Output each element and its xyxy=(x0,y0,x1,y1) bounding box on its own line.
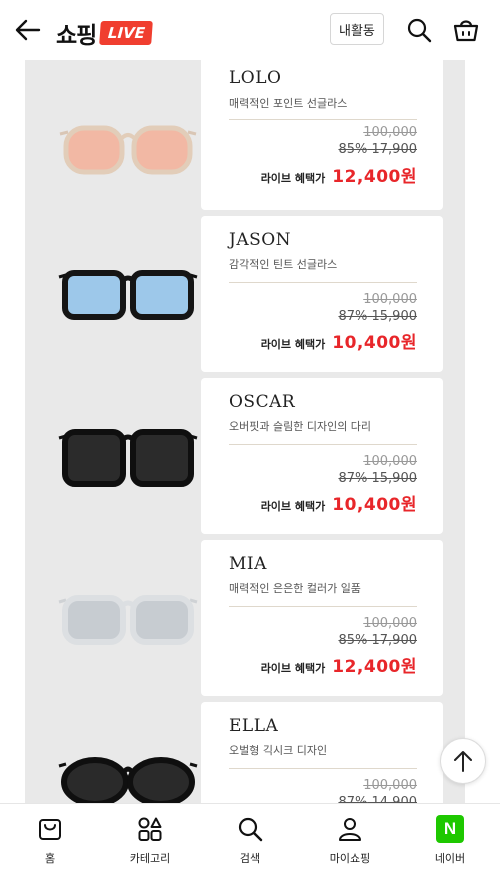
search-icon xyxy=(236,815,264,843)
shopping-basket-icon xyxy=(453,20,479,42)
scroll-to-top-button[interactable] xyxy=(440,738,486,784)
top-bar: 쇼핑 LIVE 내활동 xyxy=(0,0,500,60)
discount-rate: 87% xyxy=(338,471,368,486)
product-name: MIA xyxy=(229,554,267,574)
sale-price: 17,900 xyxy=(371,142,418,157)
live-price: 12,400원 xyxy=(332,657,417,677)
product-image-mia[interactable] xyxy=(55,575,201,665)
shopping-live-logo[interactable]: 쇼핑 LIVE xyxy=(56,16,154,50)
logo-live-badge: LIVE xyxy=(99,21,154,45)
nav-label: 마이쇼핑 xyxy=(329,852,371,865)
live-price-row: 라이브 혜택가 10,400원 xyxy=(261,490,417,515)
divider xyxy=(229,119,417,120)
nav-label: 검색 xyxy=(239,852,261,865)
product-name: JASON xyxy=(229,230,292,250)
divider xyxy=(229,768,417,769)
logo-text: 쇼핑 xyxy=(56,23,97,49)
product-image-jason[interactable] xyxy=(55,250,201,340)
product-name: OSCAR xyxy=(229,392,296,412)
original-price: 100,000 xyxy=(363,454,417,469)
sunglasses-image xyxy=(58,428,198,487)
product-description: 감각적인 틴트 선글라스 xyxy=(229,258,338,271)
nav-home[interactable]: 홈 xyxy=(0,804,100,871)
discount-price: 85% 17,900 xyxy=(338,142,417,157)
original-price: 100,000 xyxy=(363,292,417,307)
discount-rate: 87% xyxy=(338,309,368,324)
original-price: 100,000 xyxy=(363,125,417,140)
nav-category[interactable]: 카테고리 xyxy=(100,804,200,871)
live-price-label: 라이브 혜택가 xyxy=(260,500,326,513)
discount-price: 87% 14,900 xyxy=(338,795,417,803)
product-description: 매력적인 포인트 선글라스 xyxy=(229,97,348,110)
discount-price: 87% 15,900 xyxy=(338,471,417,486)
sunglasses-image xyxy=(58,595,198,645)
person-icon xyxy=(336,815,364,843)
divider xyxy=(229,606,417,607)
discount-rate: 85% xyxy=(338,633,368,648)
search-icon xyxy=(407,18,432,43)
home-bag-icon xyxy=(36,815,64,843)
nav-label: 카테고리 xyxy=(129,852,171,865)
sale-price: 15,900 xyxy=(371,471,418,486)
naver-logo: N xyxy=(436,815,464,843)
back-arrow-icon xyxy=(15,19,41,41)
live-price-label: 라이브 혜택가 xyxy=(260,338,326,351)
discount-price: 85% 17,900 xyxy=(338,633,417,648)
product-list-area: LOLO 매력적인 포인트 선글라스 100,000 85% 17,900 라이… xyxy=(0,60,500,803)
product-name: LOLO xyxy=(229,68,282,88)
category-icon xyxy=(136,815,164,843)
sale-price: 15,900 xyxy=(371,309,418,324)
naver-icon: N xyxy=(436,815,464,843)
product-image-ella[interactable] xyxy=(55,750,201,803)
nav-search[interactable]: 검색 xyxy=(200,804,300,871)
product-card[interactable]: MIA 매력적인 은은한 컬러가 일품 100,000 85% 17,900 라… xyxy=(201,540,443,696)
product-card[interactable]: LOLO 매력적인 포인트 선글라스 100,000 85% 17,900 라이… xyxy=(201,60,443,210)
live-price-row: 라이브 혜택가 10,400원 xyxy=(261,328,417,353)
nav-naver[interactable]: N 네이버 xyxy=(400,804,500,871)
back-button[interactable] xyxy=(12,14,44,46)
discount-rate: 85% xyxy=(338,142,368,157)
sale-price: 14,900 xyxy=(371,795,418,803)
discount-price: 87% 15,900 xyxy=(338,309,417,324)
sunglasses-image xyxy=(59,125,197,175)
product-card[interactable]: JASON 감각적인 틴트 선글라스 100,000 87% 15,900 라이… xyxy=(201,216,443,372)
nav-label: 홈 xyxy=(44,852,56,865)
product-card[interactable]: ELLA 오벌형 긱시크 디자인 100,000 87% 14,900 xyxy=(201,702,443,803)
nav-label: 네이버 xyxy=(434,852,466,865)
product-image-lolo[interactable] xyxy=(55,100,201,200)
product-description: 오벌형 긱시크 디자인 xyxy=(229,744,328,757)
bottom-navigation: 홈 카테고리 검색 마이쇼핑 N 네이버 xyxy=(0,803,500,871)
original-price: 100,000 xyxy=(363,616,417,631)
live-price: 10,400원 xyxy=(332,495,417,515)
product-card[interactable]: OSCAR 오버핏과 슬림한 디자인의 다리 100,000 87% 15,90… xyxy=(201,378,443,534)
live-price-label: 라이브 혜택가 xyxy=(260,172,326,185)
sale-price: 17,900 xyxy=(371,633,418,648)
discount-rate: 87% xyxy=(338,795,368,803)
original-price: 100,000 xyxy=(363,778,417,793)
arrow-up-icon xyxy=(454,751,472,772)
product-description: 매력적인 은은한 컬러가 일품 xyxy=(229,582,361,595)
live-price: 12,400원 xyxy=(332,167,417,187)
nav-my-shopping[interactable]: 마이쇼핑 xyxy=(300,804,400,871)
product-image-oscar[interactable] xyxy=(55,410,201,505)
live-price-row: 라이브 혜택가 12,400원 xyxy=(261,652,417,677)
product-description: 오버핏과 슬림한 디자인의 다리 xyxy=(229,420,372,433)
divider xyxy=(229,282,417,283)
sunglasses-image xyxy=(58,757,198,803)
live-price-row: 라이브 혜택가 12,400원 xyxy=(261,162,417,187)
my-activity-button[interactable]: 내활동 xyxy=(330,13,384,45)
search-button[interactable] xyxy=(403,14,435,46)
divider xyxy=(229,444,417,445)
live-price-label: 라이브 혜택가 xyxy=(260,662,326,675)
product-name: ELLA xyxy=(229,716,279,736)
cart-button[interactable] xyxy=(450,14,482,46)
live-price: 10,400원 xyxy=(332,333,417,353)
sunglasses-image xyxy=(58,270,198,320)
